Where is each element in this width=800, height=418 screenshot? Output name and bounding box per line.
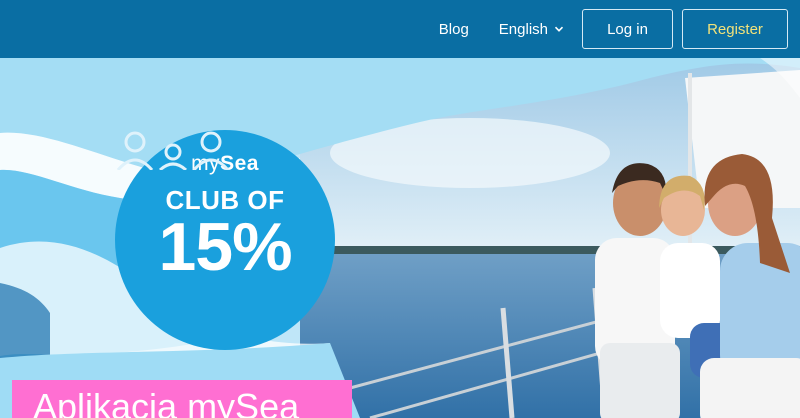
chevron-down-icon xyxy=(554,26,564,32)
nav-link-blog[interactable]: Blog xyxy=(439,21,469,38)
language-label: English xyxy=(498,20,548,38)
top-navbar: Blog English Log in Register xyxy=(0,0,800,58)
register-button[interactable]: Register xyxy=(682,9,788,49)
language-selector[interactable]: English xyxy=(499,21,564,38)
club-badge: mySea CLUB OF 15% xyxy=(115,130,335,350)
hero-banner: mySea CLUB OF 15% Aplikacja mySea xyxy=(0,58,800,418)
login-button[interactable]: Log in xyxy=(582,9,673,49)
people-icon xyxy=(116,131,230,170)
discount-percent: 15% xyxy=(158,209,292,285)
app-caption: Aplikacja mySea xyxy=(12,380,352,418)
